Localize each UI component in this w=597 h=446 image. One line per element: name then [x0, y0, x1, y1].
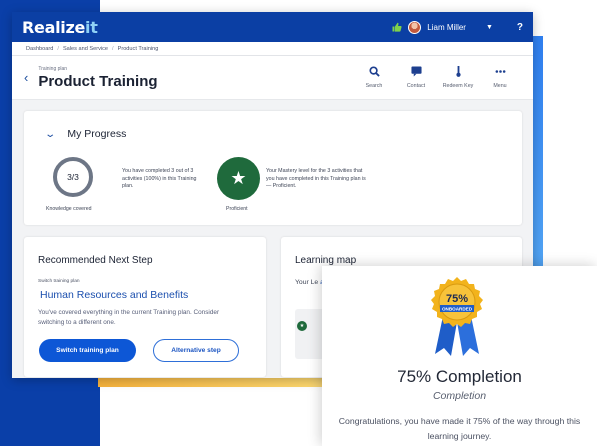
breadcrumb-separator: /	[112, 45, 114, 52]
badge-ribbon-text: ONBOARDED	[442, 307, 473, 312]
progress-header[interactable]: ⌄ My Progress	[44, 128, 127, 140]
brand-logo[interactable]: Realizeit	[22, 18, 98, 37]
back-arrow-icon[interactable]: ‹	[24, 71, 28, 84]
onboarded-rosette-icon: 75% ONBOARDED	[431, 277, 483, 356]
title-block: Training plan Product Training	[38, 66, 157, 90]
contact-label: Contact	[406, 83, 426, 89]
switch-plan-caption: Switch training plan	[38, 279, 80, 284]
knowledge-ring: 3/3	[53, 157, 93, 197]
page-title: Product Training	[38, 72, 158, 90]
badge-percent: 75%	[446, 293, 468, 305]
chat-icon	[410, 66, 422, 77]
breadcrumb-item-sales[interactable]: Sales and Service	[63, 46, 108, 52]
knowledge-caption: Knowledge covered	[46, 206, 92, 212]
chevron-down-icon[interactable]: ⌄	[44, 129, 56, 140]
search-icon	[368, 66, 380, 77]
brand-logo-it: it	[85, 17, 98, 37]
search-action[interactable]: Search	[353, 66, 395, 89]
switch-training-plan-button[interactable]: Switch training plan	[39, 339, 136, 362]
user-name[interactable]: Liam Miller	[427, 23, 466, 32]
avatar[interactable]	[408, 20, 422, 34]
map-star-icon: ★	[297, 321, 307, 331]
recommended-description: You've covered everything in the current…	[38, 309, 220, 326]
user-area: Liam Miller ▼ ?	[392, 20, 523, 34]
proficient-star-icon: ★	[217, 157, 260, 200]
key-icon	[455, 66, 461, 77]
page-header: ‹ Training plan Product Training Search …	[12, 56, 533, 100]
learning-map-desc-start: Your Le	[295, 279, 319, 286]
completion-subtitle: Completion	[432, 390, 487, 402]
completion-text: You have completed 3 out of 3 activities…	[122, 168, 197, 190]
recommended-plan-link[interactable]: Human Resources and Benefits	[40, 289, 188, 301]
learning-map-title: Learning map	[295, 255, 357, 266]
more-icon	[495, 70, 505, 73]
top-bar: Realizeit Liam Miller ▼ ?	[12, 12, 533, 42]
menu-label: Menu	[493, 83, 507, 89]
recommended-next-step-card: Recommended Next Step Switch training pl…	[24, 237, 266, 377]
breadcrumb-item-current: Product Training	[117, 45, 159, 52]
brand-logo-text: Realize	[22, 17, 86, 37]
help-icon[interactable]: ?	[517, 22, 523, 33]
breadcrumb-item-dashboard[interactable]: Dashboard	[26, 46, 53, 52]
breadcrumb: Dashboard / Sales and Service / Product …	[12, 42, 533, 56]
medal-caption: Proficient	[226, 206, 248, 212]
my-progress-card: ⌄ My Progress 3/3 Knowledge covered You …	[24, 111, 522, 225]
completion-title: 75% Completion	[397, 367, 522, 386]
search-label: Search	[365, 83, 383, 89]
alternative-step-button[interactable]: Alternative step	[153, 339, 239, 362]
mastery-text: Your Mastery level for the 3 activities …	[266, 168, 366, 190]
redeem-key-action[interactable]: Redeem Key	[437, 66, 479, 89]
redeem-key-label: Redeem Key	[442, 83, 474, 89]
thumbs-up-icon	[392, 22, 402, 32]
recommended-title: Recommended Next Step	[38, 255, 153, 266]
completion-badge-card: 75% ONBOARDED 75% Completion Completion …	[322, 266, 597, 446]
progress-title: My Progress	[67, 128, 127, 140]
breadcrumb-separator: /	[57, 45, 59, 52]
header-actions: Search Contact Redeem Key Menu	[353, 66, 521, 89]
contact-action[interactable]: Contact	[395, 66, 437, 89]
page-eyebrow: Training plan	[38, 65, 68, 72]
completion-description: Congratulations, you have made it 75% of…	[338, 416, 581, 441]
marketing-composite: Realizeit Liam Miller ▼ ? Dashboard / Sa…	[0, 0, 597, 446]
menu-action[interactable]: Menu	[479, 66, 521, 89]
caret-down-icon[interactable]: ▼	[486, 24, 493, 31]
